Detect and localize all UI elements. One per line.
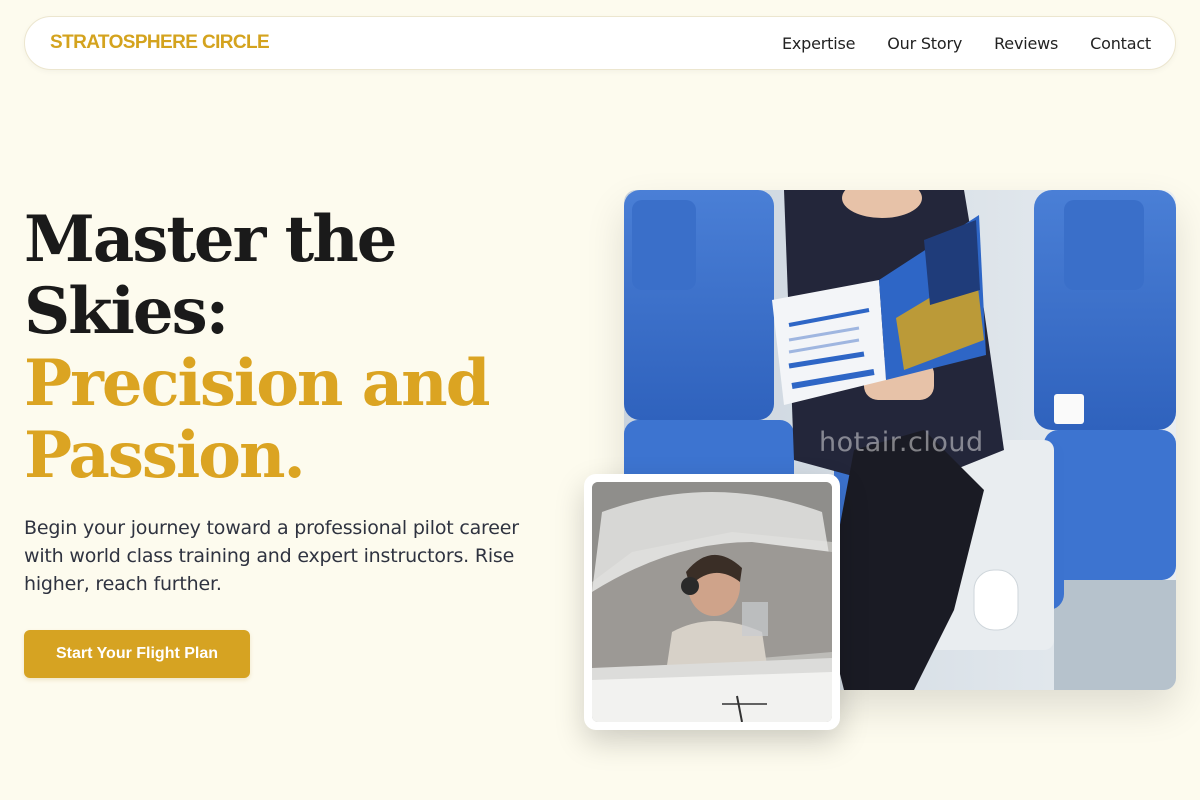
headline-highlight-line-2: Passion. (24, 418, 306, 493)
nav-link-our-story[interactable]: Our Story (887, 34, 962, 53)
nav-links: Expertise Our Story Reviews Contact (782, 34, 1151, 53)
headline-highlight-line-1: Precision and (24, 346, 490, 421)
nav-link-contact[interactable]: Contact (1090, 34, 1151, 53)
hero-subtitle: Begin your journey toward a professional… (24, 517, 519, 595)
brand-logo[interactable]: STRATOSPHERE CIRCLE (50, 32, 270, 54)
start-flight-plan-button[interactable]: Start Your Flight Plan (24, 630, 250, 678)
nav-link-reviews[interactable]: Reviews (994, 34, 1058, 53)
landing-page: STRATOSPHERE CIRCLE Expertise Our Story … (0, 0, 1200, 800)
cockpit-photo-frame (584, 474, 840, 730)
hero-headline: Master the Skies: Precision and Passion. (24, 204, 584, 492)
headline-line-2: Skies: (24, 274, 229, 349)
nav-link-expertise[interactable]: Expertise (782, 34, 855, 53)
top-navbar: STRATOSPHERE CIRCLE Expertise Our Story … (24, 16, 1176, 70)
headline-line-1: Master the (24, 202, 397, 277)
image-watermark: hotair.cloud (819, 427, 984, 458)
cockpit-photo (592, 482, 832, 722)
